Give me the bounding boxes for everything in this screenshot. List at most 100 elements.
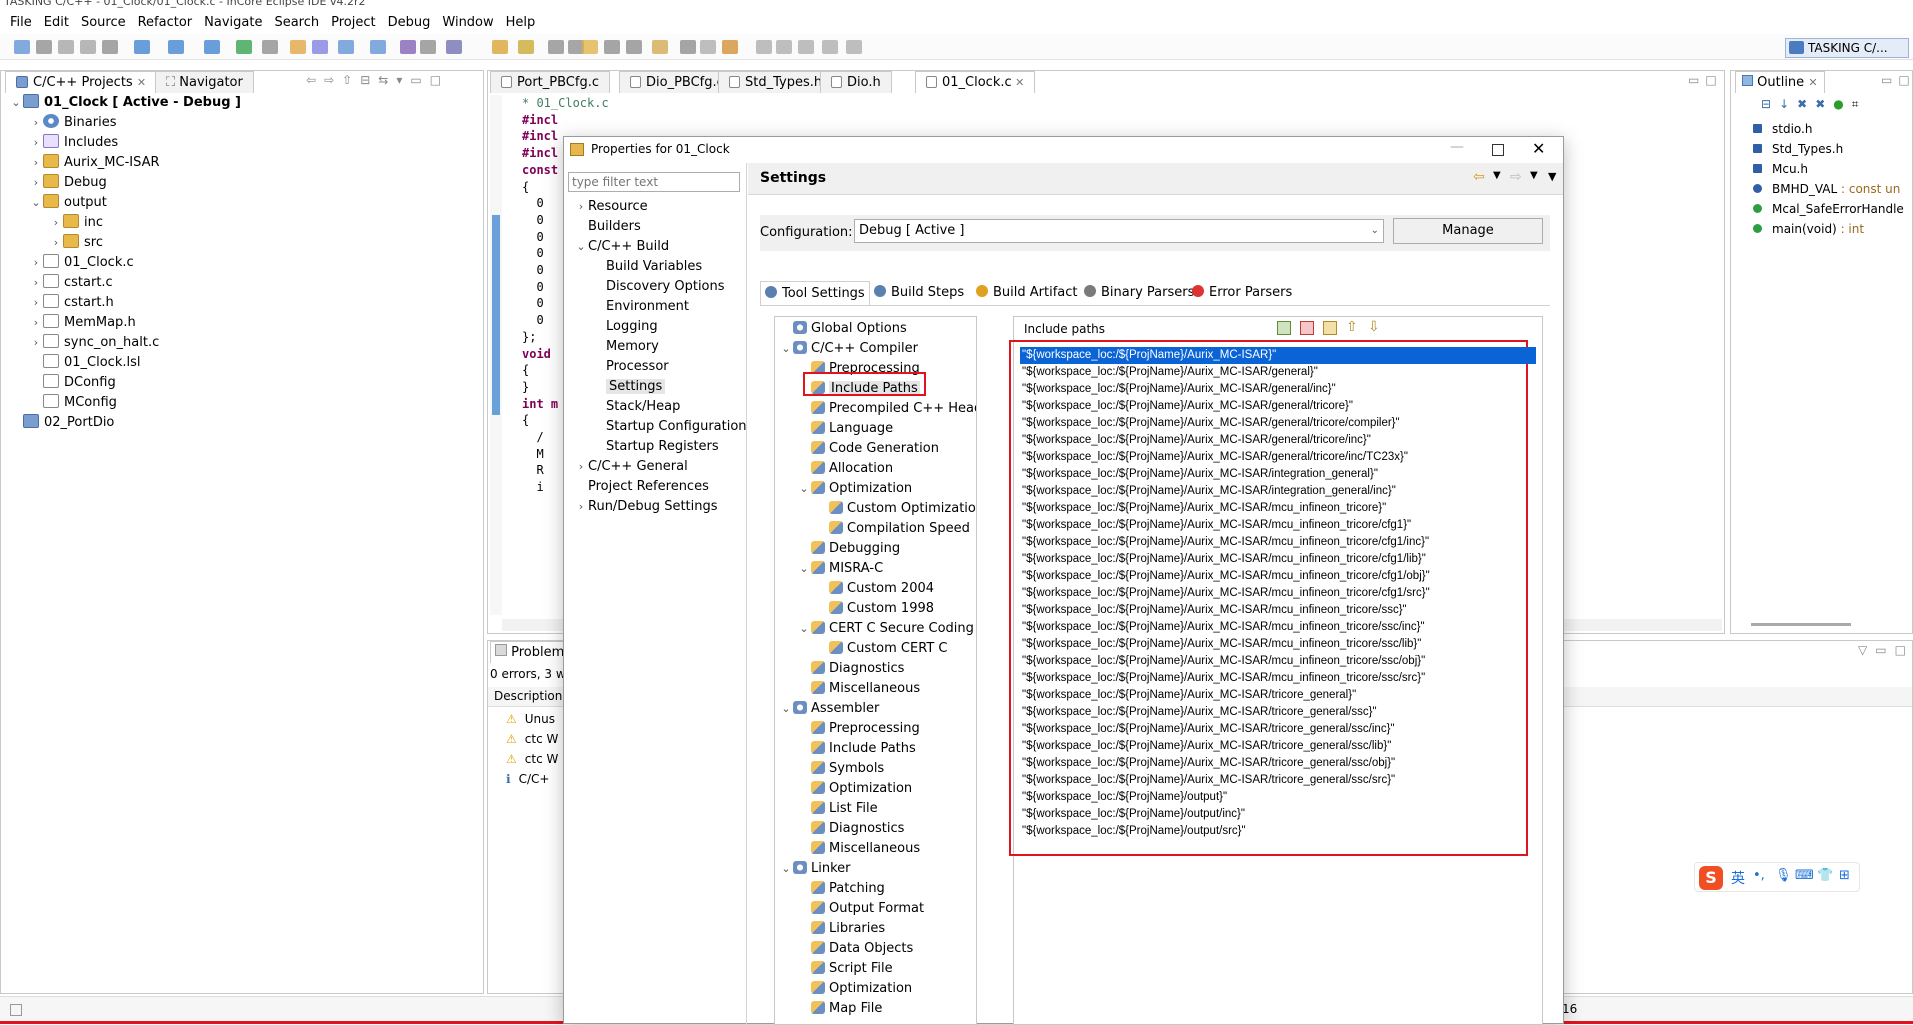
chevron-right-icon[interactable]: › <box>29 273 43 293</box>
nav-item-startup-registers[interactable]: Startup Registers <box>592 437 719 457</box>
tool-item-custom-2004[interactable]: Custom 2004 <box>815 579 934 599</box>
minimize-icon[interactable]: ▭ <box>410 73 429 87</box>
menu-navigate[interactable]: Navigate <box>198 13 268 33</box>
tool-item-diagnostics[interactable]: Diagnostics <box>797 659 904 679</box>
tool-item-custom-1998[interactable]: Custom 1998 <box>815 599 934 619</box>
nav-item-settings[interactable]: Settings <box>592 377 666 397</box>
nav-item-resource[interactable]: › Resource <box>574 197 648 217</box>
dialog-minimize-button[interactable]: — <box>1450 139 1464 155</box>
include-path-item[interactable]: "${workspace_loc:/${ProjName}/Aurix_MC-I… <box>1020 704 1379 721</box>
toolbar-tool-9-icon[interactable] <box>236 40 252 54</box>
tool-item-include-paths[interactable]: Include Paths <box>797 739 916 759</box>
tool-item-script-file[interactable]: Script File <box>797 959 893 979</box>
toolbar-tool-27-icon[interactable] <box>700 40 716 54</box>
tree-item-aurix-mc-isar[interactable]: › Aurix_MC-ISAR <box>29 153 160 173</box>
chevron-right-icon[interactable]: › <box>29 313 43 333</box>
tool-item-output-format[interactable]: Output Format <box>797 899 924 919</box>
forward-dropdown-icon[interactable]: ▼ <box>1530 170 1538 181</box>
tree-item-01-clock-c[interactable]: › 01_Clock.c <box>29 253 134 273</box>
view-menu-icon[interactable]: ▾ <box>396 73 410 87</box>
toolbar-tool-7-icon[interactable] <box>168 40 184 54</box>
filter-input[interactable] <box>568 172 740 192</box>
chevron-right-icon[interactable]: › <box>49 213 63 233</box>
chevron-down-icon[interactable]: ⌄ <box>29 193 43 213</box>
toolbar-tool-11-icon[interactable] <box>290 40 306 54</box>
nav-item-discovery-options[interactable]: Discovery Options <box>592 277 725 297</box>
toolbar-tool-6-icon[interactable] <box>134 40 150 54</box>
editor-tab-01-clock-c[interactable]: 01_Clock.c ✕ <box>915 71 1036 93</box>
menu-file[interactable]: File <box>4 13 38 33</box>
chevron-down-icon[interactable]: ⌄ <box>797 559 811 579</box>
include-path-item[interactable]: "${workspace_loc:/${ProjName}/Aurix_MC-I… <box>1020 619 1427 636</box>
view-menu-icon[interactable]: ▽ <box>1858 643 1875 657</box>
chevron-right-icon[interactable]: › <box>574 457 588 477</box>
nav-item-project-references[interactable]: Project References <box>574 477 709 497</box>
add-path-icon[interactable] <box>1277 321 1291 335</box>
include-path-item[interactable]: "${workspace_loc:/${ProjName}/Aurix_MC-I… <box>1020 364 1320 381</box>
group-icon[interactable]: ⌗ <box>1852 97 1867 111</box>
maximize-icon[interactable]: □ <box>430 73 449 87</box>
tree-item-debug[interactable]: › Debug <box>29 173 107 193</box>
menu-source[interactable]: Source <box>75 13 132 33</box>
include-path-item[interactable]: "${workspace_loc:/${ProjName}/Aurix_MC-I… <box>1020 721 1397 738</box>
toolbar-tool-31-icon[interactable] <box>798 40 814 54</box>
menu-dropdown-icon[interactable]: ▼ <box>1548 170 1556 183</box>
back-icon[interactable]: ⇦ <box>306 73 324 87</box>
toolbar-tool-2-icon[interactable] <box>36 40 52 54</box>
tool-item-diagnostics[interactable]: Diagnostics <box>797 819 904 839</box>
tool-item-data-objects[interactable]: Data Objects <box>797 939 913 959</box>
chevron-right-icon[interactable]: › <box>29 333 43 353</box>
nav-item-c-c-build[interactable]: ⌄ C/C++ Build <box>574 237 669 257</box>
toolbar-tool-1-icon[interactable] <box>14 40 30 54</box>
tree-item-binaries[interactable]: › Binaries <box>29 113 116 133</box>
menu-project[interactable]: Project <box>325 13 381 33</box>
include-path-item[interactable]: "${workspace_loc:/${ProjName}/output}" <box>1020 789 1229 806</box>
menu-refactor[interactable]: Refactor <box>132 13 199 33</box>
minimize-icon[interactable]: ▭ <box>1881 73 1898 87</box>
tool-item-miscellaneous[interactable]: Miscellaneous <box>797 839 920 859</box>
tool-item-symbols[interactable]: Symbols <box>797 759 884 779</box>
tool-item-custom-cert-c[interactable]: Custom CERT C <box>815 639 947 659</box>
include-path-item[interactable]: "${workspace_loc:/${ProjName}/Aurix_MC-I… <box>1020 755 1397 772</box>
tool-item-assembler[interactable]: ⌄ Assembler <box>779 699 879 719</box>
tool-item-optimization[interactable]: Optimization <box>797 979 912 999</box>
nav-item-build-variables[interactable]: Build Variables <box>592 257 702 277</box>
tool-item-global-options[interactable]: Global Options <box>779 319 907 339</box>
problem-row[interactable]: ⚠ ctc W <box>506 749 558 769</box>
chevron-down-icon[interactable]: ⌄ <box>9 93 23 113</box>
tool-item-patching[interactable]: Patching <box>797 879 885 899</box>
dialog-close-button[interactable]: ✕ <box>1532 139 1545 158</box>
toolbar-tool-3-icon[interactable] <box>58 40 74 54</box>
editor-tab-port-pbcfg-c[interactable]: Port_PBCfg.c <box>490 71 610 93</box>
toolbar-tool-22-icon[interactable] <box>582 40 598 54</box>
tab-build-artifact[interactable]: Build Artifact <box>972 281 1082 305</box>
dialog-maximize-button[interactable] <box>1492 144 1504 156</box>
tree-item-src[interactable]: › src <box>49 233 103 253</box>
outline-item-mcal-safeerrorhandle[interactable]: Mcal_SafeErrorHandle <box>1753 199 1904 219</box>
tree-item-sync-on-halt-c[interactable]: › sync_on_halt.c <box>29 333 159 353</box>
hide-nonpublic-icon[interactable]: ● <box>1833 97 1851 111</box>
close-icon[interactable]: ✕ <box>1808 76 1817 89</box>
chevron-right-icon[interactable]: › <box>29 113 43 133</box>
nav-item-environment[interactable]: Environment <box>592 297 689 317</box>
menu-debug[interactable]: Debug <box>382 13 437 33</box>
collapse-icon[interactable]: ⊟ <box>1761 97 1779 111</box>
tree-item-mconfig[interactable]: MConfig <box>29 393 117 413</box>
ime-skin-icon[interactable]: 👕 <box>1817 868 1833 883</box>
tab-outline[interactable]: Outline ✕ <box>1735 71 1825 93</box>
back-dropdown-icon[interactable]: ▼ <box>1493 170 1501 181</box>
column-description[interactable]: Description <box>494 689 562 703</box>
include-path-item[interactable]: "${workspace_loc:/${ProjName}/Aurix_MC-I… <box>1020 670 1427 687</box>
chevron-right-icon[interactable]: › <box>29 253 43 273</box>
include-path-item[interactable]: "${workspace_loc:/${ProjName}/Aurix_MC-I… <box>1020 602 1409 619</box>
outline-item-main-void[interactable]: main(void) : int <box>1753 219 1864 239</box>
include-path-item[interactable]: "${workspace_loc:/${ProjName}/Aurix_MC-I… <box>1020 449 1410 466</box>
tool-item-miscellaneous[interactable]: Miscellaneous <box>797 679 920 699</box>
toolbar-tool-4-icon[interactable] <box>80 40 96 54</box>
include-path-item[interactable]: "${workspace_loc:/${ProjName}/Aurix_MC-I… <box>1020 534 1431 551</box>
chevron-down-icon[interactable]: ⌄ <box>779 339 793 359</box>
tool-item-linker[interactable]: ⌄ Linker <box>779 859 851 879</box>
include-path-item[interactable]: "${workspace_loc:/${ProjName}/Aurix_MC-I… <box>1020 687 1358 704</box>
problem-row[interactable]: ⚠ ctc W <box>506 729 558 749</box>
include-path-item[interactable]: "${workspace_loc:/${ProjName}/Aurix_MC-I… <box>1020 466 1380 483</box>
